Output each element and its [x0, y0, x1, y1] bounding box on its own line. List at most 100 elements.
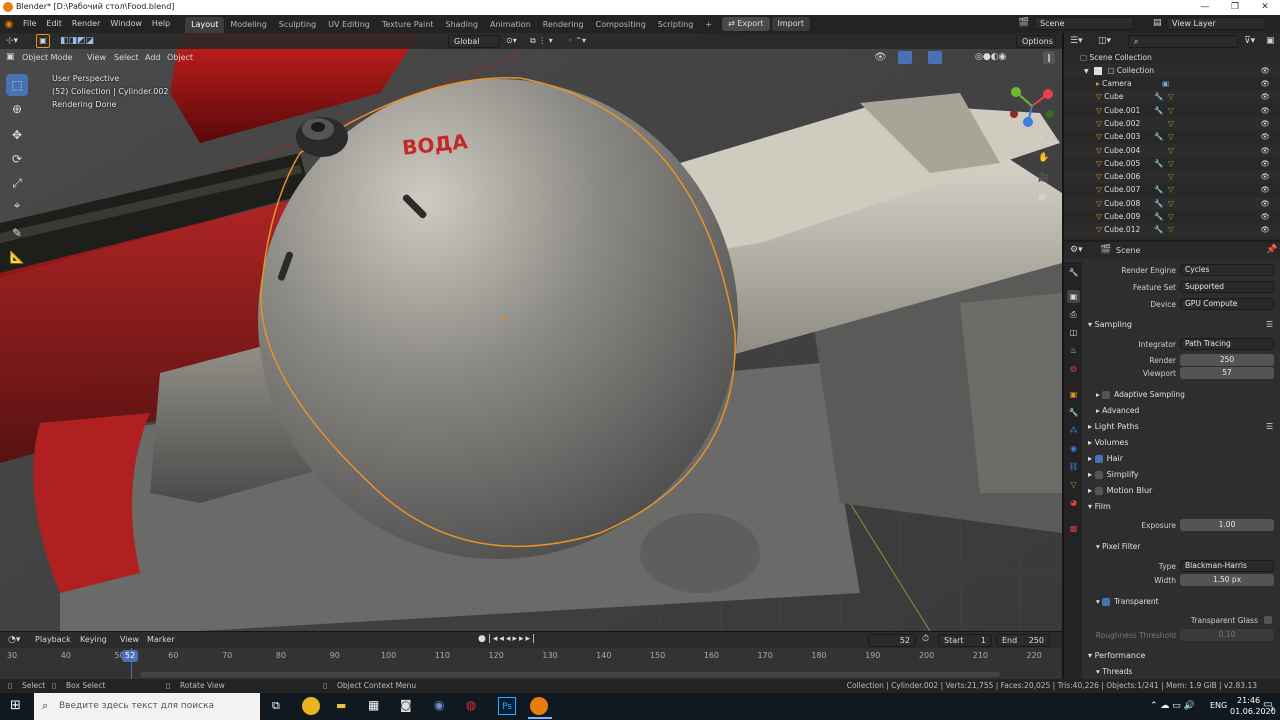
device-dropdown[interactable]: GPU Compute	[1180, 298, 1274, 310]
calculator-icon[interactable]: ▦	[368, 698, 379, 712]
volumes-panel-header[interactable]: ▸ Volumes	[1088, 438, 1128, 447]
visibility-eye-icon[interactable]: 👁	[1260, 157, 1270, 170]
shading-modes-icon[interactable]: ◎●◐◉	[975, 52, 1006, 62]
tab-output-icon[interactable]: ⎙	[1067, 308, 1080, 321]
select-mode-icon[interactable]: ▣	[36, 34, 50, 48]
outliner-item[interactable]: ▽ Cube.007 🔧 ▽ 👁	[1064, 183, 1280, 196]
maximize-button[interactable]: ❐	[1220, 0, 1250, 15]
mesh-data-icon[interactable]: ▽	[1168, 157, 1174, 170]
adaptive-sampling-row[interactable]: ▸ Adaptive Sampling	[1096, 390, 1185, 399]
app-icon-1[interactable]: ◙	[400, 698, 412, 712]
chrome-icon[interactable]	[302, 697, 320, 715]
tab-tool-icon[interactable]: 🔧	[1067, 266, 1080, 279]
measure-tool-icon[interactable]: 📐	[6, 246, 28, 268]
object-mode-dropdown[interactable]: Object Mode	[22, 53, 72, 62]
motion-blur-checkbox[interactable]	[1094, 486, 1103, 495]
view-layer-selector[interactable]: View Layer	[1166, 17, 1266, 30]
render-samples-field[interactable]: 250	[1180, 354, 1274, 366]
visibility-eye-icon[interactable]: 👁	[1260, 210, 1270, 223]
menu-help[interactable]: Help	[147, 15, 175, 33]
modifier-icon[interactable]: 🔧	[1154, 157, 1163, 170]
outliner-item[interactable]: ▽ Cube 🔧 ▽ 👁	[1064, 90, 1280, 104]
mesh-data-icon[interactable]: ▽	[1168, 130, 1174, 143]
roughness-threshold-field[interactable]: 0.10	[1180, 629, 1274, 641]
outliner-item[interactable]: ▽ Cube.012 🔧 ▽ 👁	[1064, 223, 1280, 237]
mesh-data-icon[interactable]: ▽	[1168, 210, 1174, 223]
tab-modifiers-icon[interactable]: 🔧	[1067, 406, 1080, 419]
add-workspace-button[interactable]: +	[699, 17, 718, 33]
select-box-tool-icon[interactable]: ⬚	[6, 74, 28, 96]
windows-start-icon[interactable]: ⊞	[10, 698, 21, 713]
tab-texture-icon[interactable]: ▩	[1067, 522, 1080, 535]
visibility-eye-icon[interactable]: 👁	[1260, 104, 1270, 117]
menu-render[interactable]: Render	[67, 15, 105, 33]
tab-object-icon[interactable]: ▣	[1067, 388, 1080, 401]
current-frame-field[interactable]: 52	[868, 634, 916, 647]
outliner-item[interactable]: ▽ Cube.005 🔧 ▽ 👁	[1064, 157, 1280, 170]
file-explorer-icon[interactable]: ▬	[336, 699, 346, 712]
menu-window[interactable]: Window	[105, 15, 147, 33]
visibility-eye-icon[interactable]: 👁	[1260, 170, 1270, 183]
visibility-eye-icon[interactable]: 👁	[1260, 90, 1270, 103]
options-dropdown[interactable]: Options	[1016, 35, 1056, 48]
hair-checkbox[interactable]	[1094, 454, 1103, 463]
visibility-eye-icon[interactable]: 👁	[1260, 117, 1270, 130]
expand-icon[interactable]: ▼	[1084, 68, 1089, 75]
mesh-data-icon[interactable]: ▽	[1168, 144, 1174, 157]
overlay-toggle-icon[interactable]	[928, 51, 942, 64]
tab-material-icon[interactable]: ◕	[1067, 496, 1080, 509]
toggle-sidebar-icon[interactable]: ‖	[1043, 51, 1055, 64]
cursor-tool-icon[interactable]: ⊕	[6, 98, 28, 120]
simplify-checkbox[interactable]	[1094, 470, 1103, 479]
modifier-icon[interactable]: 🔧	[1154, 183, 1163, 196]
adaptive-sampling-checkbox[interactable]	[1102, 391, 1111, 399]
tab-scripting[interactable]: Scripting	[652, 17, 700, 33]
photoshop-icon[interactable]: Ps	[498, 697, 516, 715]
tab-data-icon[interactable]: ▽	[1067, 478, 1080, 491]
discord-icon[interactable]: ◉	[434, 698, 444, 712]
modifier-icon[interactable]: 🔧	[1154, 90, 1163, 103]
filter-icon[interactable]: ⊽▾	[1244, 36, 1255, 46]
navigation-gizmo[interactable]	[1004, 78, 1060, 134]
scale-tool-icon[interactable]: ⤢	[6, 172, 28, 194]
tab-uv-editing[interactable]: UV Editing	[322, 17, 376, 33]
filter-type-dropdown[interactable]: Blackman-Harris	[1180, 560, 1274, 572]
outliner-scene-collection[interactable]: ▢ Scene Collection	[1064, 51, 1280, 64]
viewport-menu-view[interactable]: View	[87, 53, 106, 62]
tab-shading[interactable]: Shading	[439, 17, 484, 33]
outliner-search-input[interactable]: ⌕	[1128, 35, 1238, 48]
mesh-data-icon[interactable]: ▽	[1168, 104, 1174, 117]
viewport-samples-field[interactable]: 57	[1180, 367, 1274, 379]
timeline-area[interactable]: 30 40 50 60 70 80 90 100 110 120 130 140 150 160 170 18…	[0, 648, 1062, 679]
viewport-menu-select[interactable]: Select	[114, 53, 139, 62]
pixel-filter-subpanel[interactable]: ▾ Pixel Filter	[1096, 542, 1140, 551]
simplify-panel-header[interactable]: ▸ Simplify	[1088, 470, 1139, 479]
export-button[interactable]: ⇄ Export	[722, 17, 770, 31]
menu-file[interactable]: File	[18, 15, 41, 33]
performance-panel-header[interactable]: ▾ Performance	[1088, 651, 1145, 660]
render-engine-dropdown[interactable]: Cycles	[1180, 264, 1274, 276]
tab-view-layer-icon[interactable]: ◫	[1067, 326, 1080, 339]
visibility-eye-icon[interactable]: 👁	[1260, 144, 1270, 157]
app-icon-2[interactable]: ◍	[466, 698, 476, 712]
pivot-icon[interactable]: ⊙▾	[506, 36, 517, 45]
modifier-icon[interactable]: 🔧	[1154, 197, 1163, 210]
pan-hand-icon[interactable]: ✋	[1038, 148, 1049, 168]
mesh-data-icon[interactable]: ▽	[1168, 223, 1174, 236]
transparent-checkbox[interactable]	[1102, 598, 1111, 606]
visibility-eye-icon[interactable]: 👁	[1260, 77, 1270, 90]
timeline-editor-icon[interactable]: ◔▾	[8, 635, 20, 645]
menu-edit[interactable]: Edit	[41, 15, 67, 33]
close-button[interactable]: ✕	[1250, 0, 1280, 15]
visibility-eye-icon[interactable]: 👁	[1260, 64, 1270, 77]
tab-animation[interactable]: Animation	[484, 17, 537, 33]
tab-modeling[interactable]: Modeling	[224, 17, 272, 33]
new-collection-icon[interactable]: ▣	[1266, 36, 1275, 46]
threads-subpanel[interactable]: ▾ Threads	[1096, 667, 1132, 676]
3d-viewport[interactable]: ВОДА	[0, 33, 1062, 631]
timeline-menu-view[interactable]: View	[120, 635, 139, 644]
editor-type-icon[interactable]: ⊹▾	[6, 36, 18, 46]
tab-physics-icon[interactable]: ◉	[1067, 442, 1080, 455]
display-mode-icon[interactable]: ◫▾	[1098, 36, 1111, 46]
tab-texture-paint[interactable]: Texture Paint	[376, 17, 440, 33]
